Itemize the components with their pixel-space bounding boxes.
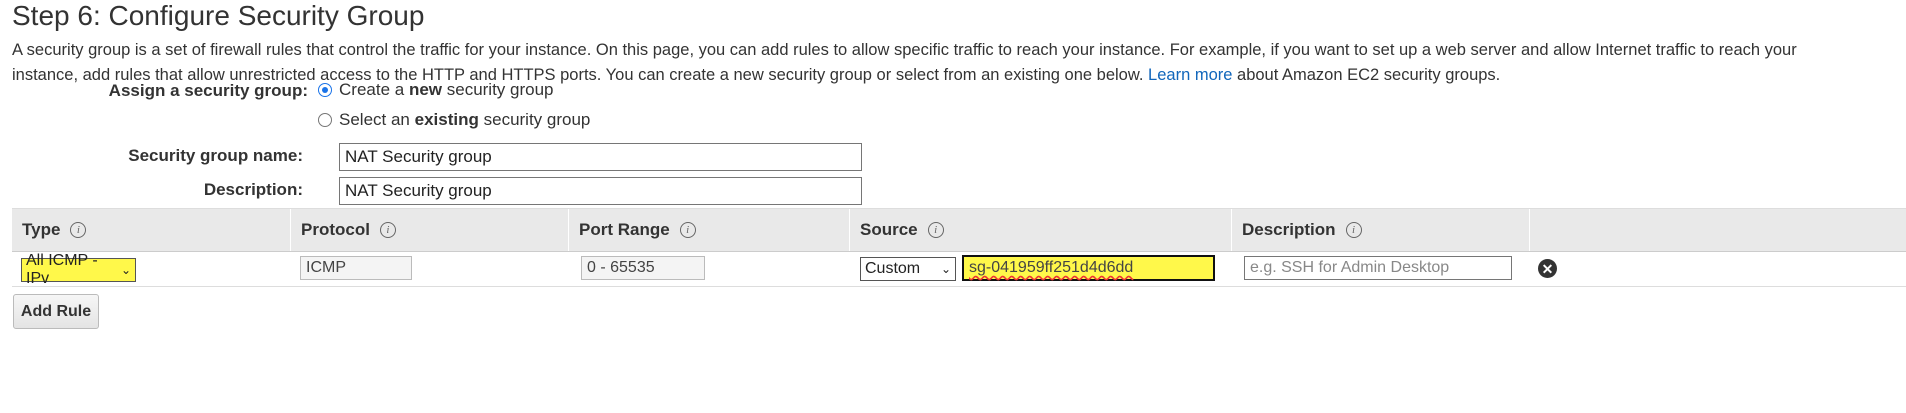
source-select-value: Custom (865, 260, 921, 277)
rule-description-input[interactable]: e.g. SSH for Admin Desktop (1244, 256, 1512, 280)
radio-select-existing-input[interactable] (318, 113, 332, 127)
chevron-down-icon: ⌄ (940, 262, 951, 276)
radio-select-existing-label: Select an existing security group (339, 110, 591, 129)
col-source: Source i (849, 209, 1231, 251)
col-description: Description i (1231, 209, 1529, 251)
type-select[interactable]: All ICMP - IPv ⌄ (21, 252, 136, 287)
page-title: Step 6: Configure Security Group (12, 0, 425, 31)
col-port-range: Port Range i (568, 209, 849, 251)
port-range-field: 0 - 65535 (581, 256, 705, 280)
intro-line-2-end: about Amazon EC2 security groups. (1237, 66, 1501, 84)
info-icon[interactable]: i (679, 222, 696, 238)
info-icon[interactable]: i (927, 222, 944, 238)
type-select-value: All ICMP - IPv (26, 252, 98, 287)
add-rule-button[interactable]: Add Rule (13, 294, 99, 329)
source-cidr-input[interactable]: sg-041959ff251d4d6dd (962, 255, 1215, 281)
table-row (12, 251, 1906, 287)
intro-line-1: A security group is a set of firewall ru… (12, 41, 1797, 59)
info-icon[interactable]: i (379, 222, 396, 238)
radio-create-new-label: Create a new security group (339, 80, 554, 99)
radio-create-new[interactable]: Create a new security group (318, 80, 554, 100)
col-type: Type i (12, 209, 290, 251)
radio-create-new-input[interactable] (318, 83, 332, 97)
radio-select-existing[interactable]: Select an existing security group (318, 110, 590, 130)
info-icon[interactable]: i (1345, 222, 1362, 238)
security-group-name-label: Security group name: (128, 146, 303, 165)
remove-rule-icon[interactable]: ✕ (1538, 259, 1557, 278)
info-icon[interactable]: i (70, 222, 87, 238)
learn-more-link[interactable]: Learn more (1148, 66, 1232, 84)
security-group-name-input[interactable]: NAT Security group (339, 143, 862, 171)
rules-table-header: Type i Protocol i Port Range i Source i Desc… (12, 208, 1906, 252)
protocol-field: ICMP (300, 256, 412, 280)
description-input[interactable]: NAT Security group (339, 177, 862, 205)
chevron-down-icon: ⌄ (120, 263, 131, 277)
col-protocol: Protocol i (290, 209, 568, 251)
description-label: Description: (203, 180, 303, 199)
col-actions (1529, 209, 1906, 251)
assign-label: Assign a security group: (108, 81, 308, 100)
source-select[interactable]: Custom ⌄ (860, 257, 956, 281)
